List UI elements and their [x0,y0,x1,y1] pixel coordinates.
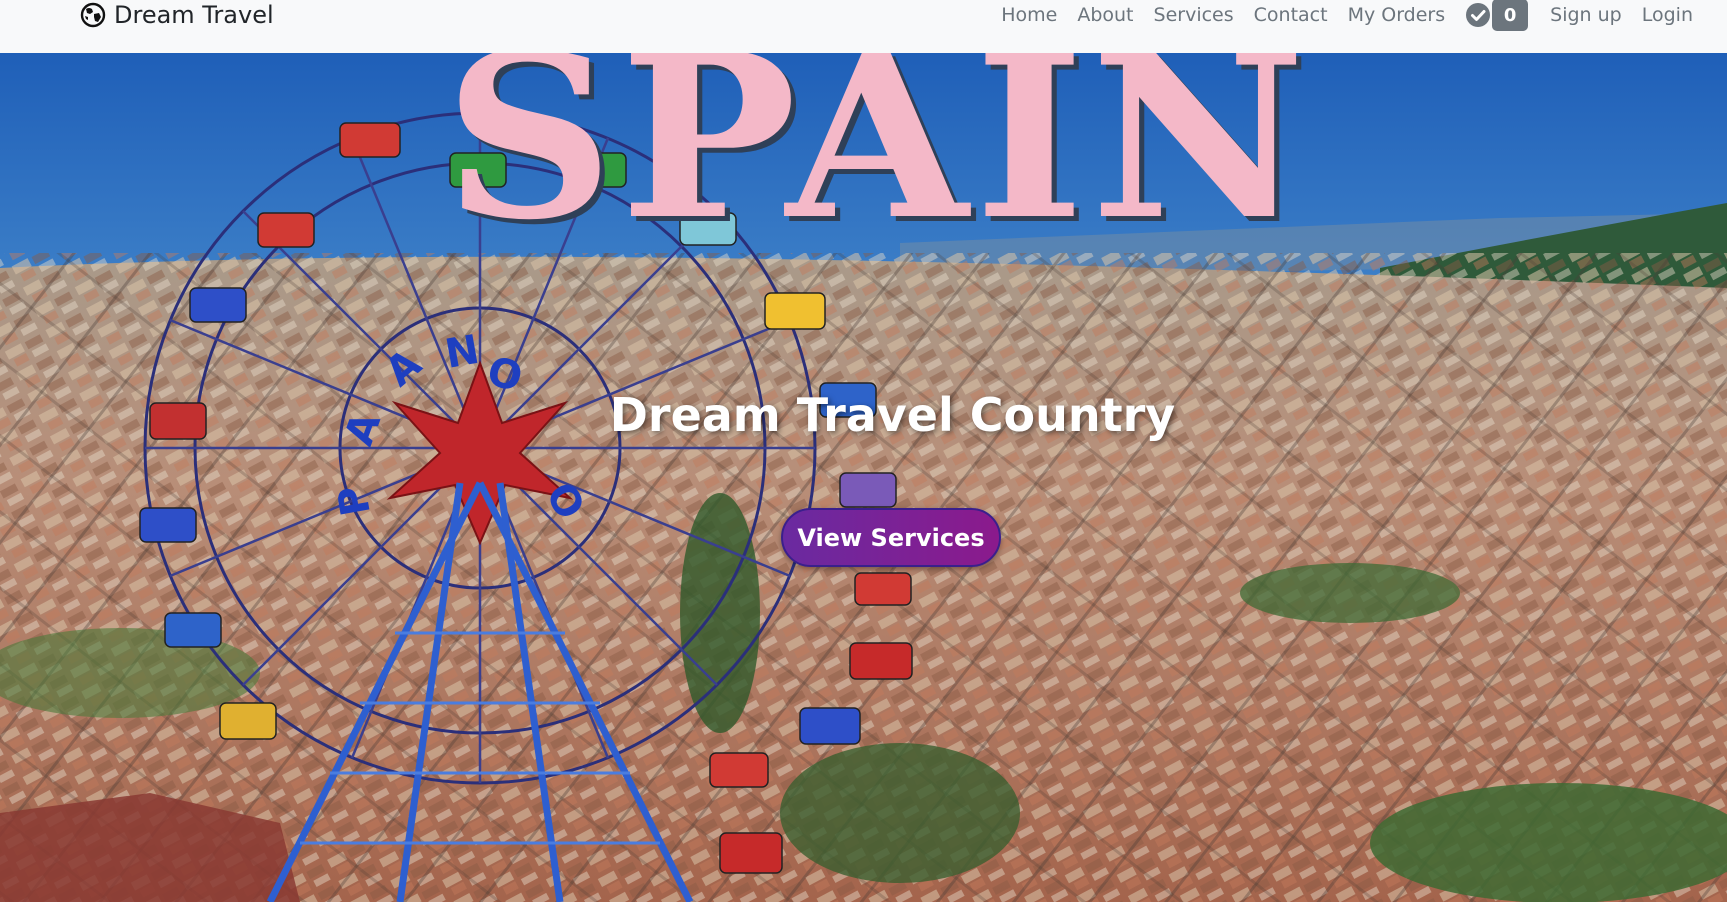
hero-subtitle: Dream Travel Country [609,388,1176,442]
nav-link-login[interactable]: Login [1642,4,1693,26]
nav-link-services[interactable]: Services [1154,4,1234,26]
check-circle-icon [1466,3,1491,27]
cart-button[interactable]: 0 [1465,0,1529,31]
nav-link-contact[interactable]: Contact [1254,4,1328,26]
nav-link-home[interactable]: Home [1001,4,1057,26]
cart-count-badge: 0 [1492,0,1529,31]
nav-link-sign-up[interactable]: Sign up [1550,4,1622,26]
view-services-button[interactable]: View Services [781,508,1001,567]
navbar: Dream Travel Home About Services Contact… [0,0,1727,53]
nav-link-my-orders[interactable]: My Orders [1348,4,1446,26]
brand-name: Dream Travel [114,1,274,29]
brand-link[interactable]: Dream Travel [80,0,274,30]
nav-link-about[interactable]: About [1077,4,1133,26]
hero-section: A N O A O P SPAIN Dream Travel Country V… [0,53,1727,902]
nav-links: Home About Services Contact My Orders 0 … [1001,0,1693,31]
globe-icon [80,2,106,28]
hero-heading: SPAIN [444,53,1312,270]
